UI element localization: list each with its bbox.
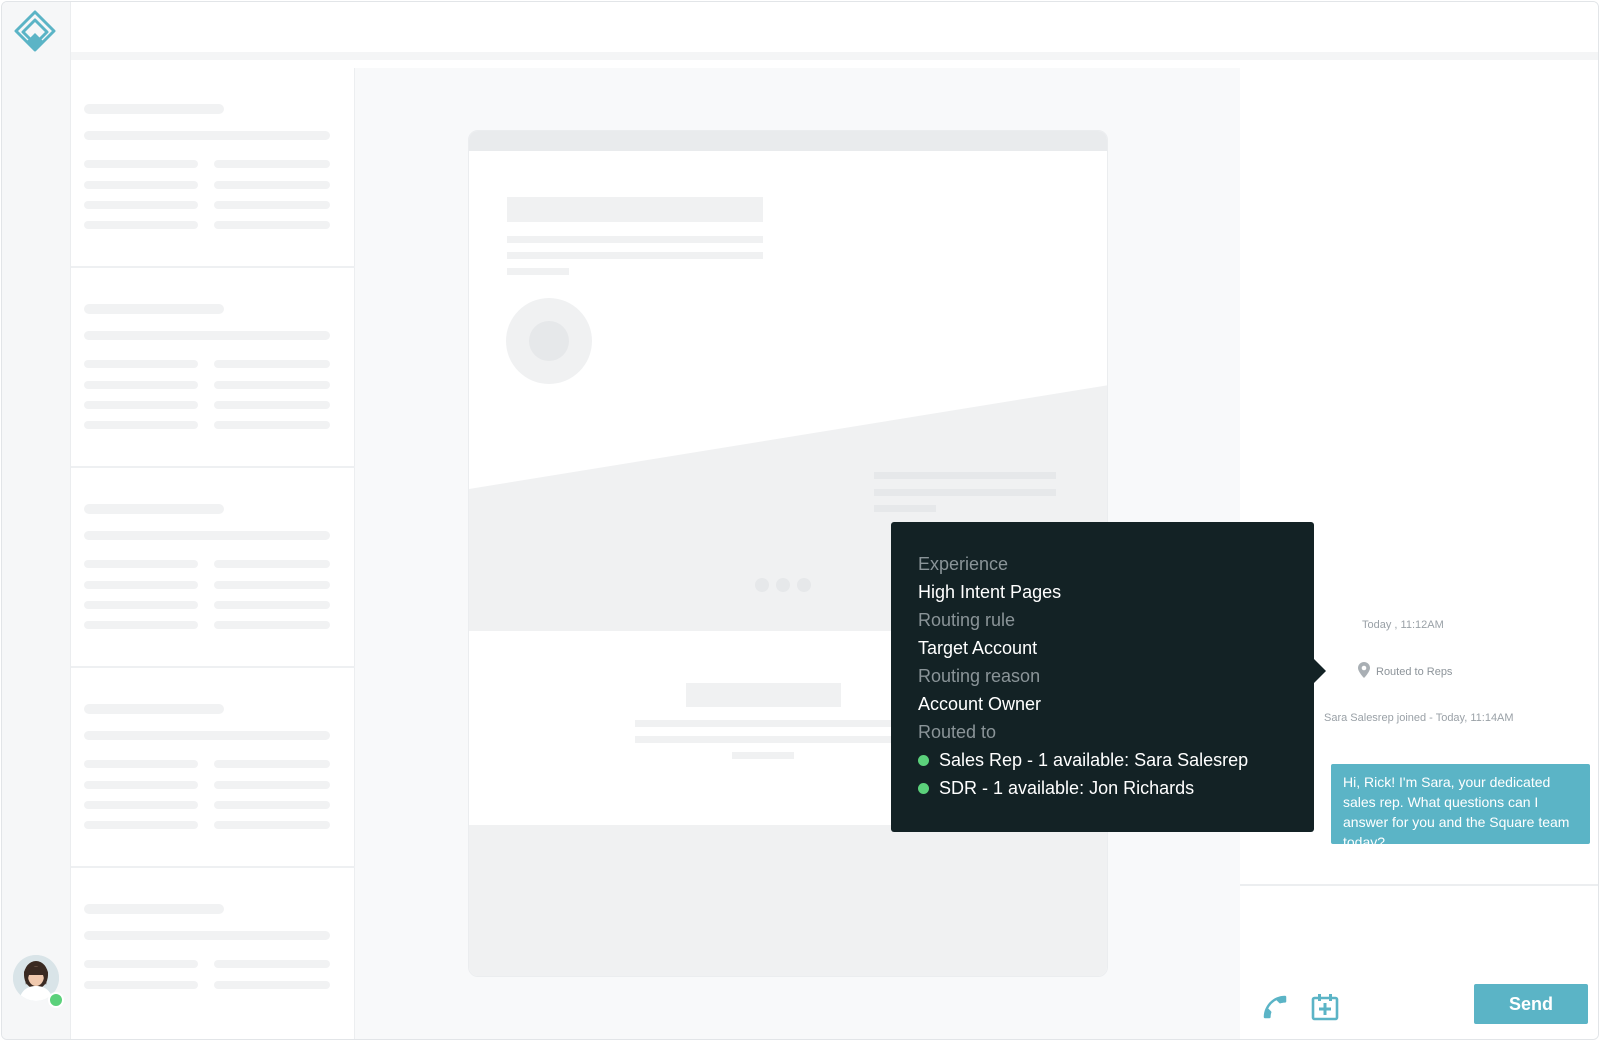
experience-value: High Intent Pages (918, 582, 1062, 602)
routing-reason-label: Routing reason (918, 666, 1041, 686)
chat-timestamp: Today , 11:12AM (1362, 619, 1444, 631)
phone-icon[interactable] (1258, 990, 1292, 1024)
available-status-dot (918, 782, 929, 794)
app-window: Today , 11:12AM Routed to Reps Sara Sale… (1, 1, 1599, 1040)
routing-details-tooltip: Experience High Intent Pages Routing rul… (891, 522, 1326, 832)
routed-to-item-text: SDR - 1 available: Jon Richards (939, 778, 1195, 798)
routed-to-item: Sales Rep - 1 available: Sara Salesrep (918, 746, 1287, 774)
routed-to-item-text: Sales Rep - 1 available: Sara Salesrep (939, 750, 1249, 770)
skeleton-card (71, 668, 355, 868)
routing-rule-value: Target Account (918, 638, 1038, 658)
skeleton-card (71, 868, 355, 1039)
routed-to-item: SDR - 1 available: Jon Richards (918, 774, 1287, 802)
routed-to-label: Routed to (918, 722, 997, 742)
routed-status: Routed to Reps (1358, 662, 1452, 681)
routing-rule-label: Routing rule (918, 610, 1016, 630)
routing-reason-value: Account Owner (918, 694, 1042, 714)
routed-label: Routed to Reps (1376, 665, 1453, 678)
send-button[interactable]: Send (1474, 984, 1588, 1024)
joined-notice: Sara Salesrep joined - Today, 11:14AM (1324, 712, 1514, 724)
experience-label: Experience (918, 554, 1009, 574)
map-pin-icon (1358, 662, 1370, 681)
skeleton-card (71, 68, 355, 268)
nav-rail (2, 2, 71, 1039)
online-status-indicator (48, 992, 64, 1008)
diamond-logo-icon[interactable] (14, 10, 58, 58)
top-bar (71, 2, 1598, 60)
calendar-add-icon[interactable] (1308, 990, 1342, 1024)
chat-message-bubble: Hi, Rick! I'm Sara, your dedicated sales… (1331, 764, 1590, 850)
available-status-dot (918, 754, 929, 766)
skeleton-card (71, 468, 355, 668)
conversation-list-skeleton (71, 68, 355, 1039)
skeleton-card (71, 268, 355, 468)
composer-divider (1240, 884, 1598, 886)
